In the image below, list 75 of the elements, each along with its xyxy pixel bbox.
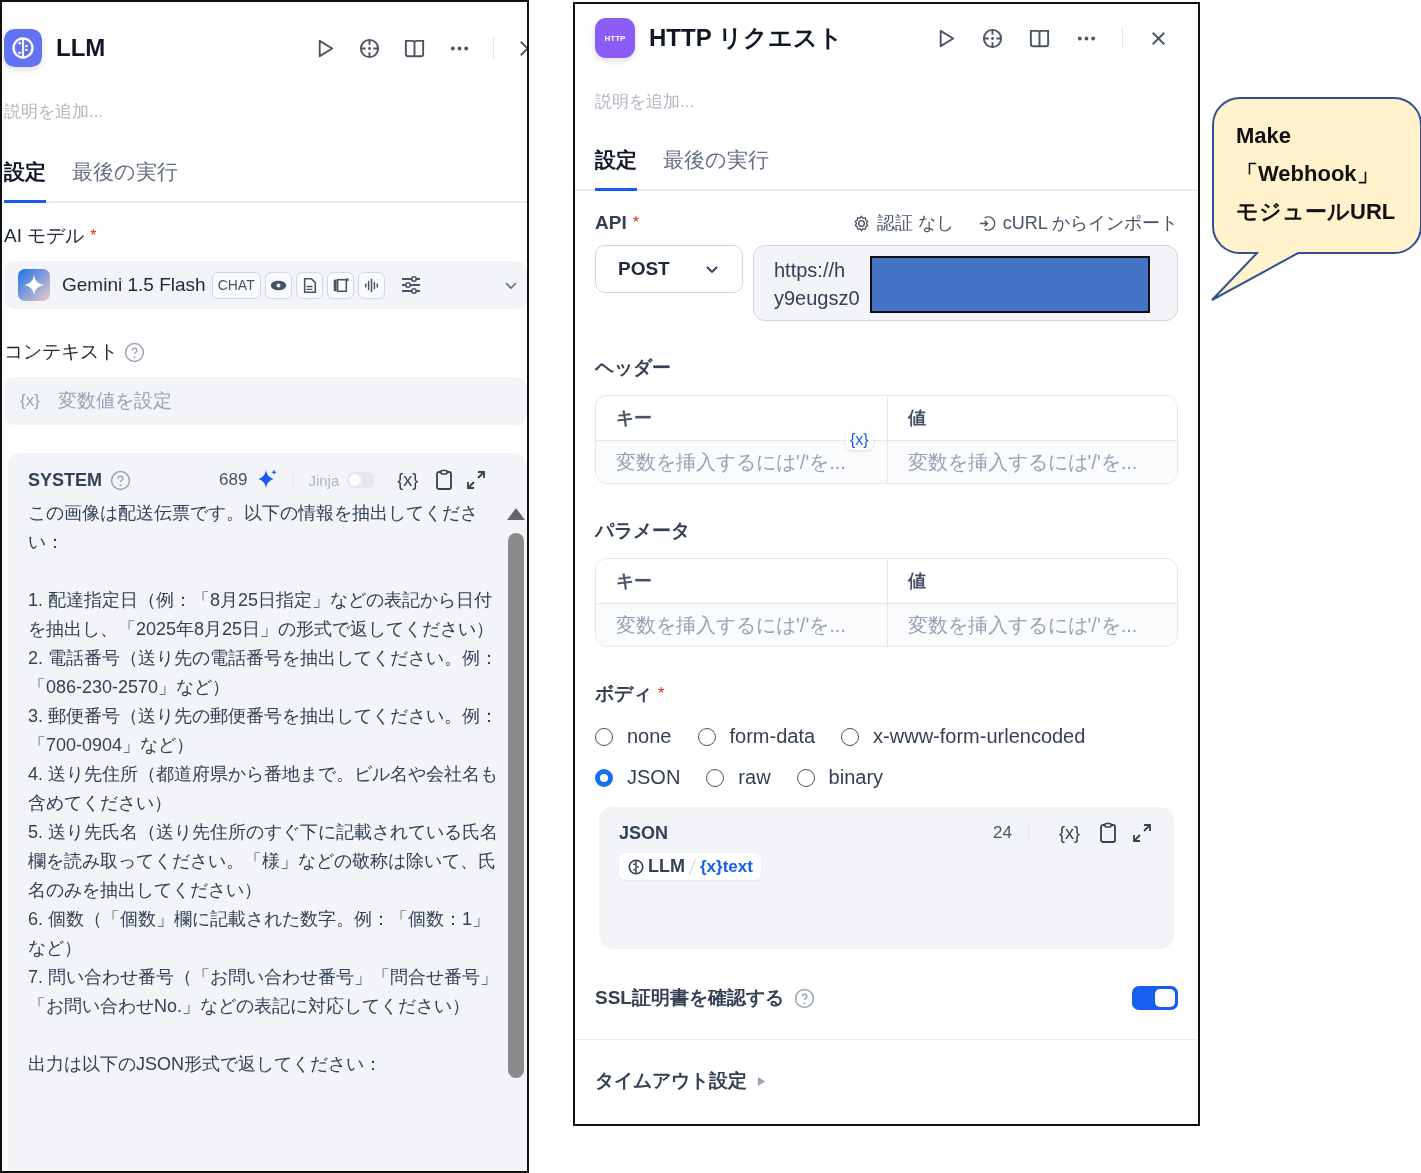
audio-icon: [357, 271, 385, 299]
node-icon: [627, 857, 645, 876]
ssl-toggle[interactable]: [1132, 986, 1178, 1010]
eye-icon: [264, 271, 292, 299]
section-label: ヘッダー: [595, 356, 672, 380]
model-name: Gemini 1.5 Flash: [62, 274, 206, 296]
import-icon: [977, 213, 997, 233]
variable-button[interactable]: {x}: [1058, 822, 1080, 844]
variable-button[interactable]: {x}: [397, 469, 419, 491]
token-count: 24: [993, 823, 1012, 843]
column-header: キー: [615, 570, 653, 593]
scrollbar-thumb[interactable]: [508, 533, 524, 1078]
variable-tag[interactable]: LLM {x}text: [619, 853, 761, 880]
section-label: パラメータ: [595, 519, 691, 543]
editor-label: JSON: [619, 822, 669, 844]
radio-button[interactable]: [595, 768, 613, 787]
prompt-text: 出力は以下のJSON形式で返してください：: [28, 1053, 383, 1076]
section-label: ボディ: [595, 682, 652, 706]
radio-label[interactable]: binary: [828, 766, 884, 789]
callout-text: Make: [1236, 122, 1293, 150]
model-tag: CHAT: [211, 271, 261, 299]
radio-label[interactable]: none: [627, 725, 672, 748]
prompt-label: SYSTEM: [28, 469, 102, 491]
variable-button[interactable]: {x}: [846, 430, 873, 450]
model-selector[interactable]: Gemini 1.5 Flash CHAT: [4, 261, 527, 309]
token-count: 689: [219, 470, 248, 490]
radio-label[interactable]: x-www-form-urlencoded: [873, 725, 1086, 748]
sparkle-logo-icon: [18, 269, 50, 301]
panel-title: LLM: [56, 34, 106, 62]
callout-text: 「Webhook」: [1236, 160, 1380, 188]
auth-setting[interactable]: 認証 なし: [876, 211, 954, 235]
required-mark: *: [658, 685, 665, 703]
tab[interactable]: 最後の実行: [72, 158, 178, 203]
http-node-icon: HTTP: [595, 18, 635, 58]
tab[interactable]: 最後の実行: [663, 146, 769, 191]
column-header: 値: [886, 396, 1177, 440]
required-mark: *: [632, 214, 639, 232]
tab[interactable]: 設定: [595, 146, 637, 191]
prompt-text: 5. 送り先氏名（送り先住所のすぐ下に記載されている氏名欄を読み取ってください。「様」などの敬称は除いて、氏名のみを抽出してください）: [28, 821, 498, 902]
field-label: AI モデル: [4, 224, 85, 248]
field-label: SSL証明書を確認する: [595, 986, 784, 1010]
url-field[interactable]: https://h y9eugsz0: [753, 245, 1178, 321]
radio-label[interactable]: JSON: [627, 766, 681, 789]
scroll-up-icon[interactable]: [506, 507, 526, 521]
prompt-text: 7. 問い合わせ番号（「お問い合わせ番号」「問合せ番号」「お問い合わせNo.」などの表記に対応してください）: [28, 966, 498, 1018]
jinja-label: Jinja: [308, 471, 340, 489]
field-label: API: [595, 212, 627, 234]
column-header: キー: [615, 407, 653, 430]
help-icon[interactable]: [124, 341, 145, 363]
field-label: コンテキスト: [4, 340, 118, 364]
method-select[interactable]: POST: [595, 245, 743, 293]
radio-label[interactable]: form-data: [729, 725, 816, 748]
panel-title: HTTP リクエスト: [649, 23, 843, 53]
expand-icon[interactable]: [1130, 821, 1154, 845]
prompt-text: 1. 配達指定日（例：「8月25日指定」などの表記から日付を抽出し、「2025年8月25日」の形式で返してください）: [28, 589, 496, 641]
prompt-text: 3. 郵便番号（送り先の郵便番号を抽出してください。例：「700-0904」など）: [28, 705, 498, 757]
help-icon[interactable]: [793, 987, 815, 1009]
document-icon: [295, 271, 323, 299]
prompt-text: 6. 個数（「個数」欄に記載された数字。例：「個数：1」など）: [28, 908, 492, 960]
crosshair-icon[interactable]: [981, 26, 1004, 50]
column-header: 値: [886, 559, 1177, 603]
brain-node-icon: [4, 29, 42, 67]
crosshair-icon[interactable]: [358, 36, 381, 60]
jinja-toggle[interactable]: [347, 472, 376, 488]
radio-label[interactable]: raw: [738, 766, 771, 789]
callout-text: モジュールURL: [1236, 198, 1397, 226]
json-editor[interactable]: JSON 24 {x} LLM {x}text: [599, 807, 1174, 949]
prompt-text: 4. 送り先住所（都道府県から番地まで。ビル名や会社名も含めてください）: [28, 763, 498, 815]
tab[interactable]: 設定: [4, 158, 46, 203]
section-toggle[interactable]: タイムアウト設定: [595, 1068, 747, 1094]
prompt-text: 2. 電話番号（送り先の電話番号を抽出してください。例：「086-230-2570」など）: [28, 647, 498, 699]
expand-arrow-icon: [757, 1075, 766, 1087]
prompt-text: この画像は配送伝票です。以下の情報を抽出してください：: [28, 502, 479, 554]
required-mark: *: [90, 227, 97, 245]
import-link[interactable]: cURL からインポート: [1002, 211, 1178, 235]
